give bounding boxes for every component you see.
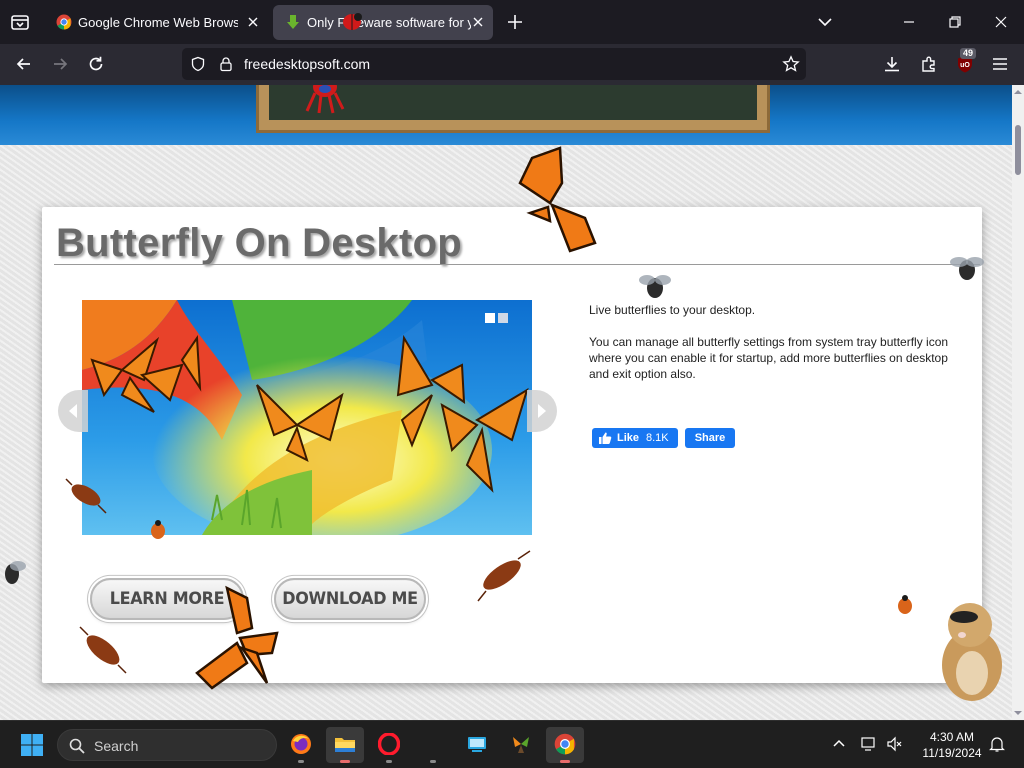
search-icon [69, 738, 85, 754]
product-card: Butterfly On Desktop Live butterflies to… [42, 207, 982, 683]
close-tab-icon[interactable] [471, 15, 485, 29]
running-indicator [430, 760, 436, 763]
tab-title: Only Freeware software for you [307, 15, 471, 30]
taskbar-butterfly-app[interactable] [502, 727, 540, 763]
clock-date: 11/19/2024 [922, 746, 982, 760]
taskbar-remote-desktop[interactable] [458, 727, 496, 763]
downloads-icon[interactable] [882, 54, 902, 74]
hamster-sprite [942, 603, 1002, 701]
restore-icon[interactable] [946, 13, 964, 31]
running-indicator [340, 760, 350, 763]
butterfly-sprite [518, 146, 597, 253]
chrome-icon [56, 14, 72, 30]
minimize-icon[interactable] [900, 13, 918, 31]
close-window-icon[interactable] [992, 13, 1010, 31]
ladybug-sprite [151, 520, 165, 539]
running-indicator [386, 760, 392, 763]
cockroach-sprite [79, 626, 127, 674]
download-me-button[interactable]: DOWNLOAD ME [274, 578, 426, 620]
description-line: Live butterflies to your desktop. [589, 303, 756, 317]
tab-list-icon[interactable] [8, 10, 32, 34]
tab-title: Google Chrome Web Browser [78, 15, 238, 30]
page-title: Butterfly On Desktop [56, 221, 463, 265]
show-hidden-icons-chevron-icon[interactable] [830, 735, 848, 753]
scrollbar-thumb[interactable] [1015, 125, 1021, 175]
slide-dot-active[interactable] [485, 313, 495, 323]
windows-desktop-butterflies-image [82, 300, 532, 535]
ladybug-sprite [898, 595, 912, 614]
volume-muted-icon[interactable] [886, 735, 904, 753]
fly-sprite [5, 561, 26, 584]
network-icon[interactable] [860, 735, 878, 753]
like-label: Like [617, 432, 640, 444]
menu-hamburger-icon[interactable] [990, 54, 1010, 74]
forward-arrow-icon[interactable] [50, 54, 70, 74]
slide-dot[interactable] [498, 313, 508, 323]
lock-icon[interactable] [218, 56, 234, 72]
vertical-scrollbar[interactable] [1012, 85, 1024, 720]
like-count: 8.1K [646, 432, 669, 444]
search-placeholder: Search [94, 738, 139, 754]
cockroach-sprite [477, 550, 531, 602]
clock-time: 4:30 AM [929, 730, 975, 744]
url-text[interactable]: freedesktopsoft.com [244, 56, 370, 72]
address-bar[interactable]: freedesktopsoft.com [182, 48, 806, 80]
running-indicator [298, 760, 304, 763]
download-arrow-icon [287, 15, 299, 29]
title-divider [54, 264, 980, 265]
extension-count-badge: 49 [960, 48, 977, 59]
fly-sprite [950, 257, 984, 280]
running-indicator [560, 760, 570, 763]
thumbs-up-icon [599, 432, 612, 444]
file-explorer-icon [335, 738, 355, 752]
notification-bell-icon[interactable] [988, 735, 1006, 753]
opera-icon [378, 733, 400, 755]
tracking-protection-shield-icon[interactable] [190, 56, 206, 72]
navigation-toolbar: freedesktopsoft.com uO 49 [0, 44, 1024, 85]
svg-text:uO: uO [960, 62, 970, 69]
butterfly-app-icon [513, 737, 529, 753]
windows-taskbar: Search 4:30 AM 11/19/2024 [0, 720, 1024, 768]
bookmark-star-icon[interactable] [782, 55, 800, 73]
tab-strip: Google Chrome Web Browser Only Freeware … [0, 0, 1024, 44]
scroll-down-arrow-icon[interactable] [1014, 709, 1022, 717]
taskbar-opera[interactable] [370, 727, 408, 763]
tab-only-freeware[interactable]: Only Freeware software for you [273, 5, 493, 40]
windows-start-icon[interactable] [20, 733, 44, 757]
new-tab-icon[interactable] [504, 11, 526, 33]
chrome-icon [554, 733, 576, 755]
reload-icon[interactable] [86, 54, 106, 74]
taskbar-firefox[interactable] [282, 727, 320, 763]
system-clock[interactable]: 4:30 AM 11/19/2024 [916, 729, 988, 761]
spider-mascot-image [305, 85, 345, 114]
slide-indicator[interactable] [482, 310, 508, 328]
cockroach-sprite [65, 478, 107, 514]
screenshot-slider[interactable] [82, 300, 532, 535]
page-viewport: Butterfly On Desktop Live butterflies to… [0, 85, 1012, 720]
chevron-down-icon[interactable] [816, 13, 834, 31]
remote-desktop-icon [468, 737, 486, 752]
tab-google-chrome[interactable]: Google Chrome Web Browser [44, 5, 268, 40]
taskbar-file-explorer[interactable] [326, 727, 364, 763]
fly-sprite [639, 275, 671, 298]
firefox-icon [291, 734, 311, 754]
chalkboard-frame [256, 85, 770, 133]
chalkboard [269, 85, 757, 120]
back-arrow-icon[interactable] [14, 54, 34, 74]
facebook-like-button[interactable]: Like 8.1K [592, 428, 678, 448]
taskbar-search-box[interactable]: Search [57, 729, 277, 761]
taskbar-blank-app[interactable] [414, 727, 452, 763]
butterfly-sprite [195, 585, 279, 690]
facebook-share-button[interactable]: Share [685, 428, 735, 448]
scroll-up-arrow-icon[interactable] [1014, 88, 1022, 96]
close-tab-icon[interactable] [246, 15, 260, 29]
description-paragraph: You can manage all butterfly settings fr… [589, 335, 949, 381]
taskbar-chrome[interactable] [546, 727, 584, 763]
ladybug-sprite [343, 13, 362, 30]
extensions-puzzle-icon[interactable] [919, 54, 939, 74]
product-description: Live butterflies to your desktop. You ca… [589, 302, 969, 398]
